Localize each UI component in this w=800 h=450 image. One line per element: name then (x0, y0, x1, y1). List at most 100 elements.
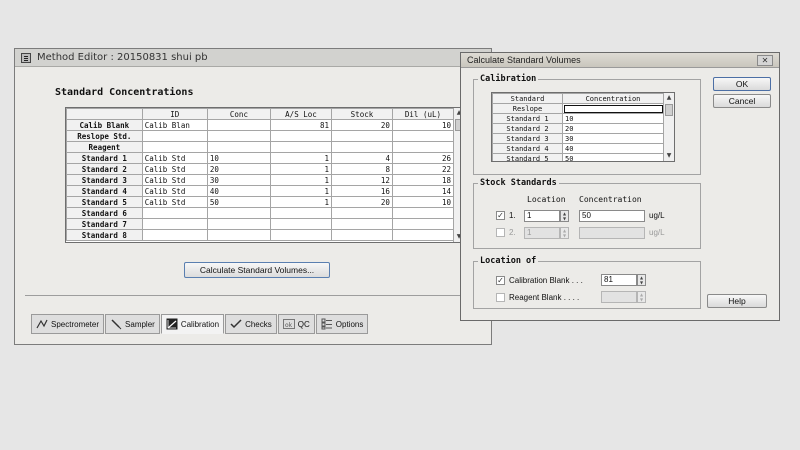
grid-cell-dil[interactable] (391, 207, 455, 219)
grid-cell-id[interactable]: Calib Std (141, 174, 208, 186)
grid-cell-id[interactable]: Calib Blan (141, 119, 208, 131)
grid-cell-id[interactable] (141, 229, 208, 241)
calibration-blank-checkbox[interactable]: ✓ (496, 276, 505, 285)
grid-cell-stock[interactable]: 4 (330, 152, 393, 164)
grid-header-conc[interactable]: Conc (206, 108, 271, 120)
grid-cell-conc[interactable]: 20 (206, 163, 271, 175)
grid-cell-stock[interactable] (330, 207, 393, 219)
grid-cell-conc[interactable] (206, 119, 271, 131)
calibration-grid-row[interactable]: Standard 1 10 (492, 113, 664, 124)
grid-cell-as-loc[interactable]: 1 (269, 152, 332, 164)
grid-cell-id[interactable]: Calib Std (141, 196, 208, 208)
calibration-cell-concentration[interactable]: 40 (562, 143, 664, 154)
ok-button[interactable]: OK (713, 77, 771, 91)
calibration-cell-concentration[interactable]: 50 (562, 153, 664, 161)
grid-cell-conc[interactable]: 40 (206, 185, 271, 197)
grid-cell-as-loc[interactable] (269, 229, 332, 241)
grid-header-dil[interactable]: Dil (uL) (391, 108, 455, 120)
grid-cell-dil[interactable] (391, 229, 455, 241)
grid-row[interactable]: Standard 4 Calib Std 40 1 16 14 (66, 185, 455, 197)
grid-cell-dil[interactable] (391, 130, 455, 142)
grid-row[interactable]: Standard 6 (66, 207, 455, 219)
grid-cell-dil[interactable] (391, 141, 455, 153)
tab-calibration[interactable]: Calibration (160, 314, 225, 334)
calibration-grid-row[interactable]: Standard 2 20 (492, 123, 664, 134)
stock-standard-1-location-spinner[interactable]: ▲ ▼ (560, 210, 569, 222)
grid-row[interactable]: Standard 5 Calib Std 50 1 20 10 (66, 196, 455, 208)
calibration-grid-row[interactable]: Standard 5 50 (492, 153, 664, 161)
tab-checks[interactable]: Checks (225, 314, 277, 334)
grid-cell-conc[interactable]: 30 (206, 174, 271, 186)
calculate-standard-volumes-button[interactable]: Calculate Standard Volumes... (184, 262, 330, 278)
reagent-blank-location-spinner[interactable]: ▲ ▼ (637, 291, 646, 303)
grid-cell-id[interactable] (141, 130, 208, 142)
grid-cell-as-loc[interactable] (269, 218, 332, 230)
standard-concentrations-grid[interactable]: ID Conc A/S Loc Stock Dil (uL) Calib Bla… (65, 107, 465, 243)
tab-spectrometer[interactable]: Spectrometer (31, 314, 105, 334)
tab-sampler[interactable]: Sampler (105, 314, 160, 334)
calibration-grid-row[interactable]: Reslope (492, 103, 664, 114)
grid-cell-as-loc[interactable]: 81 (269, 119, 332, 131)
grid-cell-conc[interactable]: 10 (206, 152, 271, 164)
grid-cell-stock[interactable]: 16 (330, 185, 393, 197)
calibration-scroll-thumb[interactable] (665, 104, 673, 116)
tab-qc[interactable]: ok QC (277, 314, 315, 334)
grid-cell-stock[interactable] (330, 229, 393, 241)
dialog-close-icon[interactable]: ✕ (757, 55, 773, 66)
grid-cell-id[interactable]: Calib Std (141, 185, 208, 197)
stock-standard-2-location-input[interactable]: 1 (524, 227, 560, 239)
grid-cell-stock[interactable] (330, 218, 393, 230)
stock-standard-2-location-spinner[interactable]: ▲ ▼ (560, 227, 569, 239)
cancel-button[interactable]: Cancel (713, 94, 771, 108)
grid-cell-id[interactable]: Calib Std (141, 152, 208, 164)
grid-cell-as-loc[interactable] (269, 207, 332, 219)
grid-cell-conc[interactable] (206, 229, 271, 241)
calibration-cell-concentration[interactable] (562, 103, 664, 114)
grid-cell-stock[interactable] (330, 141, 393, 153)
grid-cell-conc[interactable] (206, 141, 271, 153)
calibration-blank-location-spinner[interactable]: ▲ ▼ (637, 274, 646, 286)
grid-row[interactable]: Standard 3 Calib Std 30 1 12 18 (66, 174, 455, 186)
stock-standard-1-concentration-input[interactable]: 50 (579, 210, 645, 222)
grid-cell-stock[interactable]: 8 (330, 163, 393, 175)
grid-row[interactable]: Standard 8 (66, 229, 455, 241)
grid-row[interactable]: Standard 1 Calib Std 10 1 4 26 (66, 152, 455, 164)
calibration-scroll-up-icon[interactable]: ▲ (664, 93, 674, 103)
reagent-blank-location-input[interactable] (601, 291, 637, 303)
calibration-grid-row[interactable]: Standard 4 40 (492, 143, 664, 154)
grid-cell-as-loc[interactable]: 1 (269, 163, 332, 175)
grid-cell-conc[interactable] (206, 130, 271, 142)
grid-header-id[interactable]: ID (141, 108, 208, 120)
grid-row[interactable]: Standard 2 Calib Std 20 1 8 22 (66, 163, 455, 175)
calibration-grid[interactable]: Standard Concentration Reslope Standard 1… (491, 92, 675, 162)
grid-cell-as-loc[interactable]: 1 (269, 174, 332, 186)
grid-cell-as-loc[interactable]: 1 (269, 185, 332, 197)
stock-standard-2-concentration-input[interactable] (579, 227, 645, 239)
grid-cell-id[interactable]: Calib Std (141, 163, 208, 175)
grid-row[interactable]: Standard 7 (66, 218, 455, 230)
grid-cell-as-loc[interactable]: 1 (269, 196, 332, 208)
tab-options[interactable]: Options (315, 314, 369, 334)
grid-cell-stock[interactable]: 20 (330, 196, 393, 208)
grid-header-as-loc[interactable]: A/S Loc (269, 108, 332, 120)
stock-standard-2-checkbox[interactable] (496, 228, 505, 237)
calibration-blank-location-input[interactable]: 81 (601, 274, 637, 286)
grid-cell-stock[interactable] (330, 130, 393, 142)
grid-header-stock[interactable]: Stock (330, 108, 393, 120)
grid-cell-as-loc[interactable] (269, 130, 332, 142)
dialog-titlebar[interactable]: Calculate Standard Volumes (461, 53, 779, 68)
calibration-cell-concentration[interactable]: 10 (562, 113, 664, 124)
stock-standard-1-checkbox[interactable]: ✓ (496, 211, 505, 220)
grid-cell-stock[interactable]: 20 (330, 119, 393, 131)
method-editor-titlebar[interactable]: Method Editor : 20150831 shui pb (15, 49, 491, 67)
grid-cell-dil[interactable]: 18 (391, 174, 455, 186)
grid-cell-id[interactable] (141, 207, 208, 219)
grid-cell-dil[interactable]: 10 (391, 196, 455, 208)
grid-cell-dil[interactable]: 14 (391, 185, 455, 197)
grid-cell-conc[interactable] (206, 207, 271, 219)
grid-row[interactable]: Calib Blank Calib Blan 81 20 10 (66, 119, 455, 131)
calibration-scroll-down-icon[interactable]: ▼ (664, 151, 674, 161)
grid-cell-dil[interactable]: 26 (391, 152, 455, 164)
calibration-grid-scrollbar[interactable]: ▲ ▼ (663, 93, 674, 161)
grid-cell-stock[interactable]: 12 (330, 174, 393, 186)
